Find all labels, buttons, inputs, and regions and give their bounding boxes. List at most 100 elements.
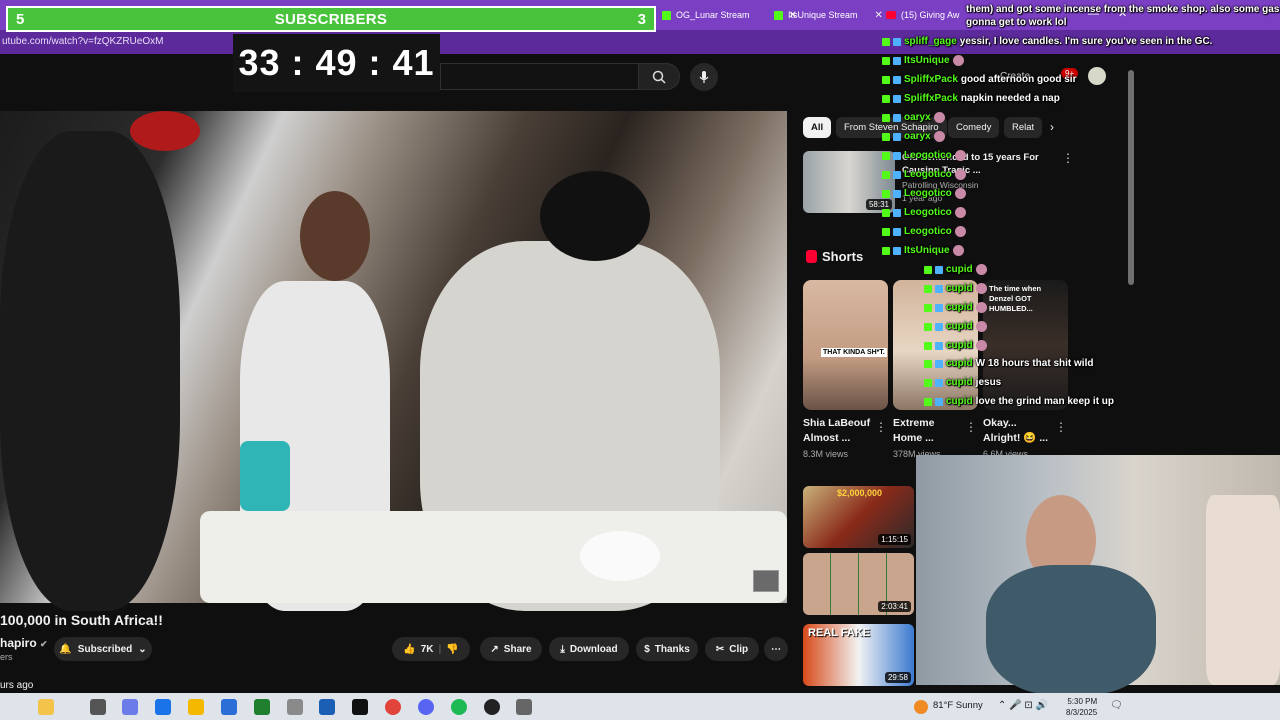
chat-username[interactable]: ItsUnique [904,245,950,256]
emote-icon [933,112,945,123]
weather-text[interactable]: 81°F Sunny [933,700,983,711]
kick-badge-icon [924,303,932,312]
sub-badge-icon [893,170,901,179]
chat-username[interactable]: cupid [946,302,973,313]
clock[interactable]: 5:30 PM 8/3/2025 [1066,696,1097,718]
chat-message: Leogotico [882,150,966,161]
chat-username[interactable]: Leogotico [904,207,952,218]
short-title[interactable]: Shia LaBeouf Almost ... [803,416,873,446]
upload-time: urs ago [0,680,34,691]
like-dislike-button[interactable]: 👍 7K | 👎 [392,637,470,661]
webcam-feed [916,455,1280,695]
more-icon[interactable]: ⋮ [1055,420,1067,434]
thanks-button[interactable]: $ Thanks [636,637,698,661]
chat-username[interactable]: SpliffxPack [904,93,958,104]
chat-text: yessir, I love candles. I'm sure you've … [959,36,1213,47]
settings-icon[interactable] [516,699,532,715]
chat-username[interactable]: cupid [946,321,973,332]
share-button[interactable]: ↗ Share [480,637,542,661]
chat-username[interactable]: Leogotico [904,169,952,180]
chevron-right-icon[interactable]: › [1050,120,1054,134]
kick-badge-icon [882,246,890,255]
tab-youtube[interactable]: (15) Giving Aw [886,6,959,24]
chat-username[interactable]: Leogotico [904,226,952,237]
more-icon[interactable]: ⋮ [1062,151,1074,165]
search-input[interactable] [440,63,638,90]
task-view-icon[interactable] [90,699,106,715]
chat-text: love the grind man keep it up [975,396,1115,407]
chat-username[interactable]: SpliffxPack [904,74,958,85]
kick-badge-icon [924,397,932,406]
chip-all[interactable]: All [803,117,832,138]
chat-username[interactable]: cupid [946,264,973,275]
download-button[interactable]: ⤓ Download [549,637,629,661]
more-icon: ⋯ [771,643,781,655]
emote-icon [975,340,987,351]
notification-icon[interactable]: 🗨 [1110,700,1123,711]
chat-username[interactable]: cupid [946,377,973,388]
video-player[interactable] [0,111,787,611]
outlook-icon[interactable] [319,699,335,715]
tab-itsunique[interactable]: ItsUnique Stream ✕ [774,6,883,24]
sub-badge-icon [893,208,901,217]
discord-icon[interactable] [418,699,434,715]
more-icon[interactable]: ⋮ [875,420,887,434]
chat-username[interactable]: oaryx [904,131,931,142]
short-title[interactable]: Okay... Alright! 😆 ... [983,416,1053,446]
chat-username[interactable]: ItsUnique [904,55,950,66]
copilot-icon[interactable] [38,699,54,715]
subscribed-button[interactable]: 🔔 Subscribed ⌄ [54,637,152,661]
side-video-thumbnail[interactable]: 2:03:41 [803,553,914,615]
sub-badge-icon [935,341,943,350]
edge-icon[interactable] [155,699,171,715]
short-thumbnail[interactable]: THAT KINDA SH*T. [803,280,888,410]
chat-username[interactable]: oaryx [904,112,931,123]
chat-username[interactable]: cupid [946,340,973,351]
scissors-icon: ✂ [715,643,725,655]
spotify-icon[interactable] [451,699,467,715]
store-icon[interactable] [221,699,237,715]
file-explorer-icon[interactable] [188,699,204,715]
obs-icon[interactable] [484,699,500,715]
thumbs-down-icon[interactable]: 👎 [446,644,458,655]
voice-search-button[interactable] [690,63,718,91]
chat-username[interactable]: Leogotico [904,188,952,199]
app-icon[interactable] [122,699,138,715]
chat-message: oaryx [882,131,945,142]
close-icon[interactable]: ✕ [875,10,883,21]
chat-username[interactable]: Leogotico [904,150,952,161]
scrollbar[interactable] [1128,70,1134,285]
search-button[interactable] [638,63,680,90]
emote-icon [952,245,964,256]
kick-badge-icon [924,265,932,274]
clip-button[interactable]: ✂ Clip [705,637,759,661]
avatar[interactable] [1088,67,1106,85]
sub-badge-icon [935,359,943,368]
chip-related[interactable]: Relat [1004,117,1043,138]
channel-name[interactable]: hapiro ✔ [0,636,48,650]
chrome-icon[interactable] [385,699,401,715]
more-icon[interactable]: ⋮ [965,420,977,434]
chat-username[interactable]: cupid [946,358,973,369]
short-title[interactable]: Extreme Home ... [893,416,963,446]
thumbs-up-icon[interactable]: 👍 [403,644,415,655]
app-icon[interactable] [287,699,303,715]
tiktok-icon[interactable] [352,699,368,715]
chat-username[interactable]: cupid [946,283,973,294]
url-text[interactable]: utube.com/watch?v=fzQKZRUeOxM [2,36,163,47]
side-video-thumbnail[interactable]: REAL FAKE 29:58 [803,624,914,686]
chat-username[interactable]: cupid [946,396,973,407]
kick-badge-icon [882,170,890,179]
side-video-thumbnail[interactable]: $2,000,000 1:15:15 [803,486,914,548]
short-thumbnail[interactable]: The time when Denzel GOT HUMBLED... [983,280,1068,410]
chat-message: oaryx [882,112,945,123]
shorts-icon [806,250,817,263]
subscriber-count: ers [0,652,13,662]
more-options-button[interactable]: ⋯ [764,637,788,661]
chip-comedy[interactable]: Comedy [948,117,1000,138]
chat-message: SpliffxPack napkin needed a nap [882,93,1060,104]
tab-label: OG_Lunar Stream [676,10,750,20]
chat-username[interactable]: spliff_gage [904,36,957,47]
tray-icons[interactable]: ⌃ 🎤 ⊡ 🔊 [998,700,1048,711]
xbox-icon[interactable] [254,699,270,715]
